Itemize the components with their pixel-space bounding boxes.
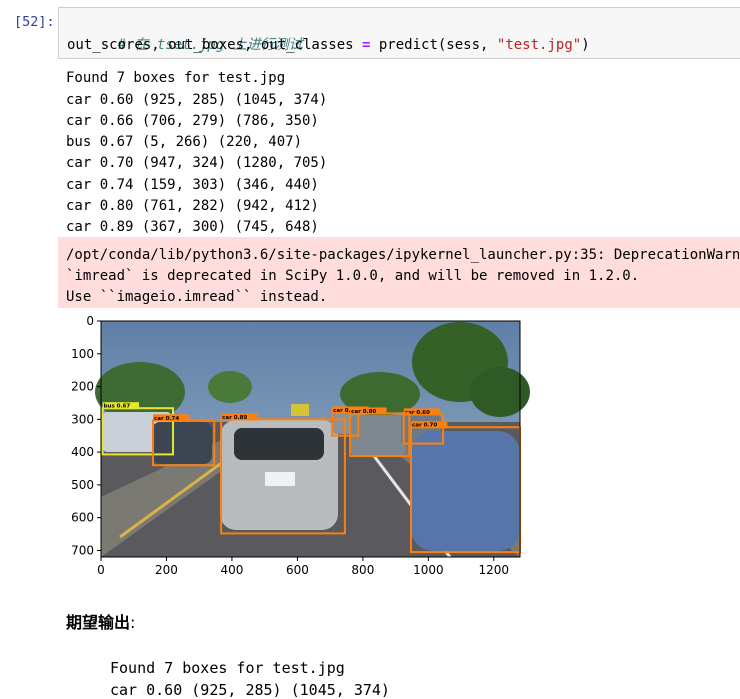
x-tick-label: 400 xyxy=(220,563,243,577)
x-tick-label: 800 xyxy=(351,563,374,577)
y-tick-label: 200 xyxy=(71,380,94,394)
heading-colon: : xyxy=(130,613,136,632)
heading-text: 期望输出 xyxy=(66,613,131,632)
plot-svg: car 0.60car 0.66bus 0.67car 0.70car 0.74… xyxy=(71,314,530,577)
y-tick-label: 500 xyxy=(71,478,94,492)
code-text: out_scores, out_boxes, out_classes xyxy=(67,37,363,53)
image-plot: car 0.60 car 0.66 bus 0.67 car 0.70 car 0.74… xyxy=(60,312,540,586)
warning-line: /opt/conda/lib/python3.6/site-packages/i… xyxy=(66,247,740,263)
y-tick-label: 600 xyxy=(71,511,94,525)
output-line: bus 0.67 (5, 266) (220, 407) xyxy=(66,134,303,150)
y-tick-label: 400 xyxy=(71,445,94,459)
code-input-area[interactable]: # 在 tset.jpg 上进行测试 out_scores, out_boxes… xyxy=(58,7,740,59)
detection-label: car 0.89 xyxy=(222,415,247,421)
code-text: ) xyxy=(581,37,590,53)
code-string: "test.jpg" xyxy=(496,37,582,53)
stderr-output: /opt/conda/lib/python3.6/site-packages/i… xyxy=(58,237,740,308)
street-photo xyxy=(95,321,530,558)
x-tick-label: 0 xyxy=(97,563,105,577)
output-line: car 0.70 (947, 324) (1280, 705) xyxy=(66,155,328,171)
markdown-heading: 期望输出: xyxy=(66,609,135,633)
output-line: car 0.80 (761, 282) (942, 412) xyxy=(66,198,319,214)
x-tick-label: 600 xyxy=(286,563,309,577)
y-tick-label: 700 xyxy=(71,543,94,557)
output-line: car 0.66 (706, 279) (786, 350) xyxy=(66,113,319,129)
markdown-code-line: car 0.60 (925, 285) (1045, 374) xyxy=(110,681,390,699)
y-tick-label: 0 xyxy=(86,314,94,328)
warning-line: `imread` is deprecated in SciPy 1.0.0, a… xyxy=(66,268,640,284)
code-text: predict(sess, xyxy=(370,37,497,53)
output-line: car 0.60 (925, 285) (1045, 374) xyxy=(66,92,328,108)
detection-label: car 0.70 xyxy=(412,423,437,429)
warning-line: Use ``imageio.imread`` instead. xyxy=(66,289,328,305)
detection-label: car 0.74 xyxy=(154,416,179,422)
y-tick-label: 300 xyxy=(71,412,94,426)
x-tick-label: 1200 xyxy=(479,563,510,577)
y-tick-label: 100 xyxy=(71,347,94,361)
output-line: Found 7 boxes for test.jpg xyxy=(66,70,286,86)
detection-label: car 0.80 xyxy=(351,409,376,415)
markdown-code-line: Found 7 boxes for test.jpg xyxy=(110,659,345,677)
x-tick-label: 1000 xyxy=(413,563,444,577)
cell-prompt: [52]: xyxy=(14,14,55,30)
detection-label: bus 0.67 xyxy=(104,404,131,410)
x-tick-label: 200 xyxy=(155,563,178,577)
output-line: car 0.74 (159, 303) (346, 440) xyxy=(66,177,319,193)
output-line: car 0.89 (367, 300) (745, 648) xyxy=(66,219,319,235)
